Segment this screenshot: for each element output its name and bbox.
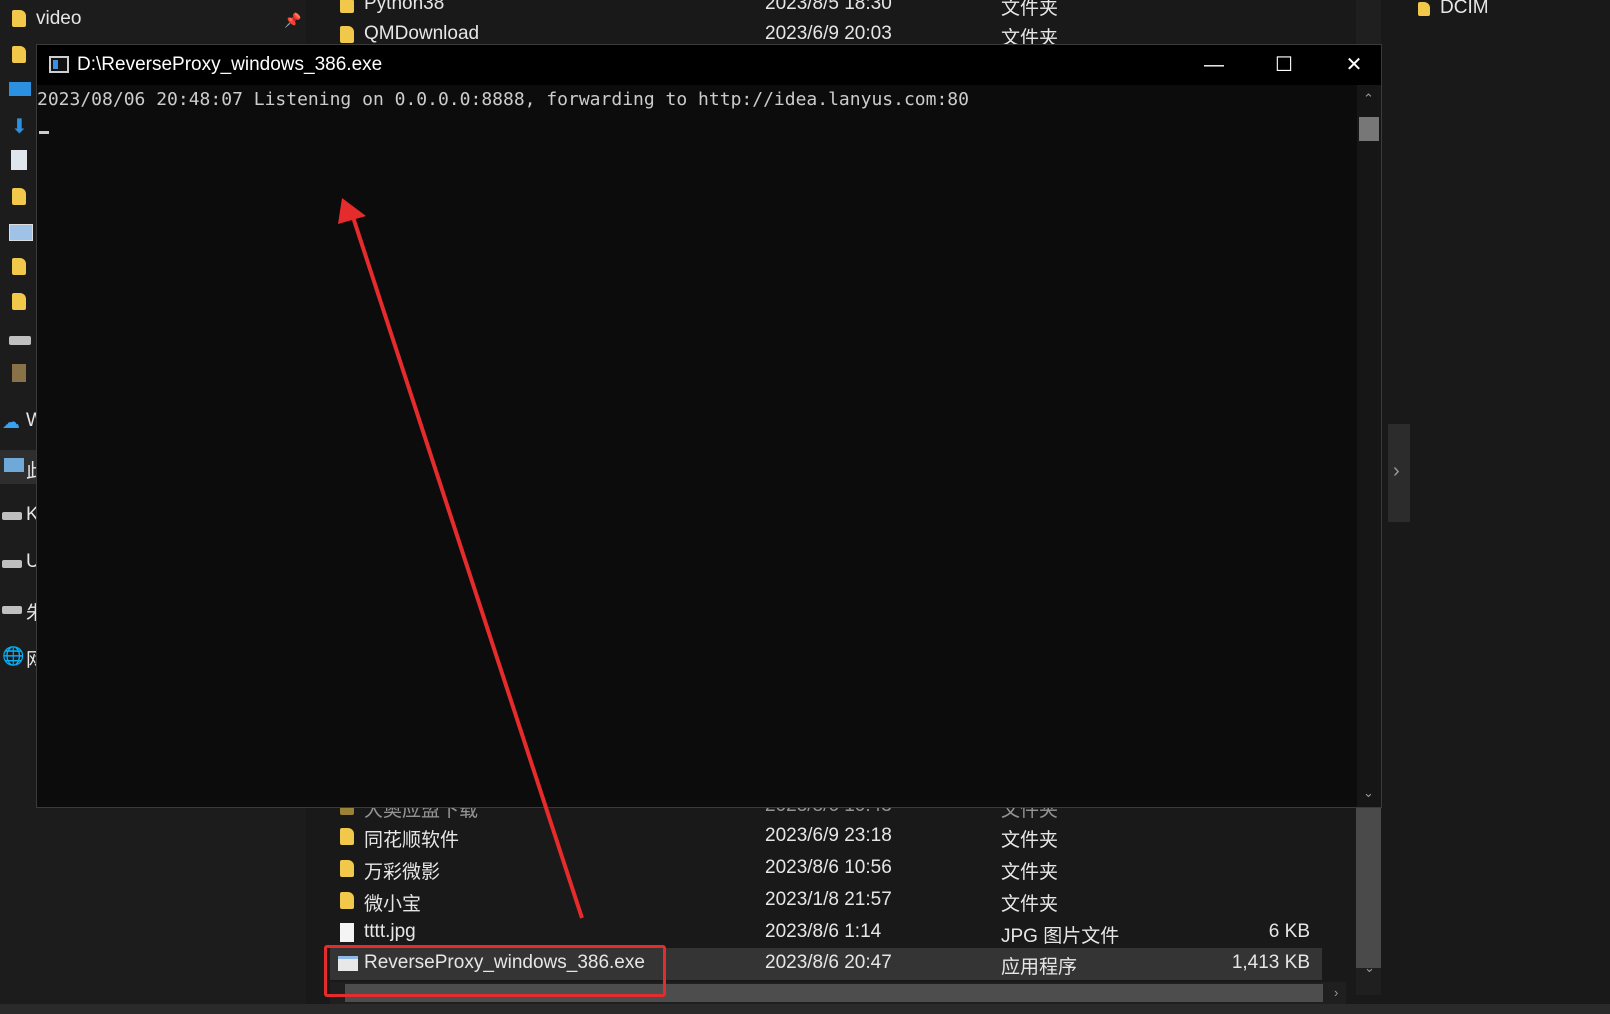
minimize-button[interactable]: — xyxy=(1179,45,1249,85)
drive-icon xyxy=(9,336,31,345)
file-size: 6 KB xyxy=(1268,921,1310,942)
highlight-box xyxy=(324,945,666,997)
folder-icon xyxy=(340,892,354,909)
folder-icon xyxy=(340,26,354,43)
chevron-down-icon[interactable]: ⌄ xyxy=(1363,785,1374,801)
chevron-right-icon: › xyxy=(1393,460,1400,482)
cloud-icon: ☁ xyxy=(2,412,20,432)
dcim-folder-label[interactable]: DCIM xyxy=(1440,0,1489,19)
file-name: Python38 xyxy=(364,0,445,14)
folder-icon xyxy=(12,258,26,280)
file-size: 1,413 KB xyxy=(1231,952,1310,973)
library-icon xyxy=(12,364,26,382)
file-type: 文件夹 xyxy=(1001,830,1059,851)
download-icon: ⬇ xyxy=(11,116,28,138)
file-date: 2023/8/6 20:47 xyxy=(765,952,892,973)
drive-icon xyxy=(2,606,22,614)
folder-icon xyxy=(340,828,354,845)
chevron-right-icon[interactable]: › xyxy=(1334,985,1338,1000)
list-item[interactable]: 同花顺软件 2023/6/9 23:18 文件夹 xyxy=(330,822,1322,852)
file-date: 2023/6/9 20:03 xyxy=(765,23,892,44)
console-scroll-thumb[interactable] xyxy=(1359,117,1379,141)
file-name: 微小宝 xyxy=(364,894,422,915)
status-bar xyxy=(0,1004,1610,1014)
folder-icon xyxy=(1418,2,1430,16)
file-date: 2023/8/6 10:56 xyxy=(765,857,892,878)
file-date: 2023/6/9 23:18 xyxy=(765,825,892,846)
file-name: 同花顺软件 xyxy=(364,830,460,851)
chevron-up-icon[interactable]: ⌃ xyxy=(1363,91,1374,107)
list-item[interactable]: tttt.jpg 2023/8/6 1:14 JPG 图片文件 6 KB xyxy=(330,918,1322,948)
chevron-down-icon[interactable]: ⌄ xyxy=(1364,960,1375,976)
document-icon xyxy=(11,150,27,170)
console-app-icon xyxy=(49,56,69,73)
list-item[interactable]: 微小宝 2023/1/8 21:57 文件夹 xyxy=(330,886,1322,916)
drive-icon xyxy=(2,512,22,520)
file-name: tttt.jpg xyxy=(364,921,416,942)
maximize-button[interactable]: ☐ xyxy=(1249,45,1319,85)
close-button[interactable]: ✕ xyxy=(1319,45,1389,85)
file-icon xyxy=(340,923,354,942)
list-item[interactable]: Python38 2023/8/5 18:30 文件夹 xyxy=(330,0,1322,20)
folder-icon xyxy=(12,10,26,32)
folder-icon xyxy=(340,0,354,13)
file-type: 文件夹 xyxy=(1001,862,1059,883)
folder-icon xyxy=(12,188,26,210)
console-window[interactable]: D:\ReverseProxy_windows_386.exe — ☐ ✕ 20… xyxy=(36,44,1382,808)
folder-icon xyxy=(12,293,26,315)
folder-icon xyxy=(340,860,354,877)
console-titlebar[interactable]: D:\ReverseProxy_windows_386.exe — ☐ ✕ xyxy=(37,45,1381,85)
console-scrollbar[interactable] xyxy=(1357,85,1381,807)
file-type: JPG 图片文件 xyxy=(1001,926,1120,947)
file-date: 2023/8/6 1:14 xyxy=(765,921,882,942)
expand-pane-button[interactable]: › xyxy=(1388,424,1410,522)
file-type: 文件夹 xyxy=(1001,894,1059,915)
drive-icon xyxy=(2,560,22,568)
desktop-icon xyxy=(9,82,31,96)
network-icon: 🌐 xyxy=(2,646,25,666)
nav-item-video[interactable]: video xyxy=(36,8,81,30)
file-name: 万彩微影 xyxy=(364,862,441,883)
console-output: 2023/08/06 20:48:07 Listening on 0.0.0.0… xyxy=(37,89,969,110)
console-title: D:\ReverseProxy_windows_386.exe xyxy=(77,54,383,75)
pictures-icon xyxy=(9,224,33,241)
vertical-scroll-thumb[interactable] xyxy=(1356,808,1381,968)
list-item[interactable]: 万彩微影 2023/8/6 10:56 文件夹 xyxy=(330,854,1322,884)
file-name: QMDownload xyxy=(364,23,480,44)
pin-icon[interactable]: 📌 xyxy=(284,12,301,29)
file-type: 文件夹 xyxy=(1001,0,1059,19)
file-date: 2023/1/8 21:57 xyxy=(765,889,892,910)
preview-pane: DCIM xyxy=(1388,0,1610,1014)
file-date: 2023/8/5 18:30 xyxy=(765,0,892,14)
text-cursor xyxy=(39,131,49,134)
computer-icon xyxy=(4,458,24,472)
file-type: 应用程序 xyxy=(1001,957,1078,978)
folder-icon xyxy=(12,46,26,68)
